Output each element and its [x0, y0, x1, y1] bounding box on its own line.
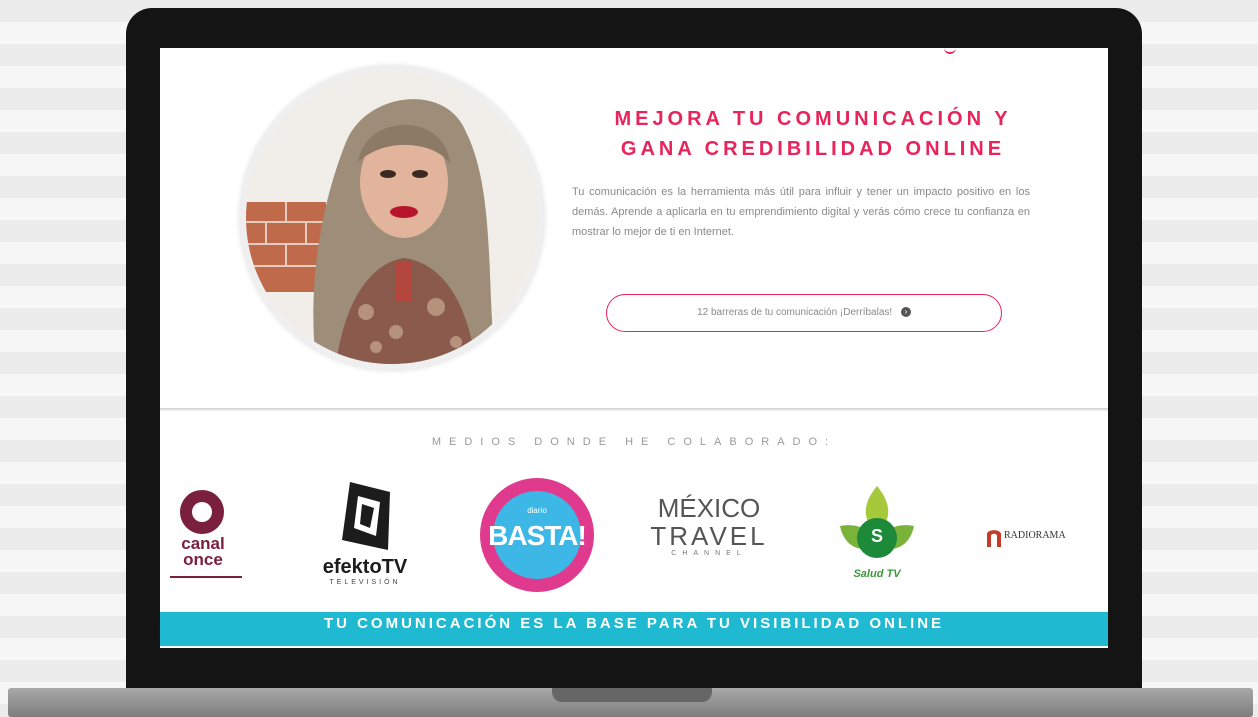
logo-salud-tv[interactable]: S Salud TV — [832, 484, 922, 588]
radiorama-text: RADIORAMA — [1004, 530, 1066, 541]
portrait-frame — [240, 66, 544, 370]
salud-letter: S — [870, 526, 883, 546]
section-divider — [160, 408, 1108, 411]
channel-text: CHANNEL — [671, 550, 747, 557]
travel-text: TRAVEL — [650, 521, 768, 551]
basta-text: BASTA! — [488, 520, 587, 551]
laptop-screen: MEJORA TU COMUNICACIÓN Y GANA CREDIBILID… — [160, 48, 1108, 648]
headline-line-2: GANA CREDIBILIDAD ONLINE — [620, 138, 1006, 160]
bottom-banner: TU COMUNICACIÓN ES LA BASE PARA TU VISIB… — [160, 612, 1108, 646]
accent-mark — [944, 48, 956, 54]
cta-button[interactable]: 12 barreras de tu comunicación ¡Derríbal… — [606, 294, 1002, 332]
headline-line-1: MEJORA TU COMUNICACIÓN Y — [614, 108, 1012, 130]
mexico-text: MÉXICO — [657, 493, 761, 523]
hero-headline: MEJORA TU COMUNICACIÓN Y GANA CREDIBILID… — [568, 104, 1058, 164]
efekto-text: efektoTV — [322, 556, 408, 578]
logo-efekto-tv[interactable]: efektoTV TELEVISIÓN — [310, 478, 420, 588]
salud-text: Salud TV — [853, 568, 901, 580]
laptop-notch — [552, 688, 712, 702]
canal-once-text: canal once — [181, 534, 225, 569]
media-heading: MEDIOS DONDE HE COLABORADO: — [431, 436, 837, 448]
arrow-circle-icon: › — [900, 307, 911, 318]
logo-basta[interactable]: diario BASTA! — [478, 476, 596, 594]
logo-radiorama[interactable]: RADIORAMA — [986, 526, 1104, 550]
logo-mexico-travel-channel[interactable]: MÉXICO TRAVEL CHANNEL — [648, 494, 770, 584]
profile-photo — [246, 72, 538, 364]
cta-label: 12 barreras de tu comunicación ¡Derríbal… — [697, 307, 893, 318]
hero-description: Tu comunicación es la herramienta más út… — [572, 186, 1030, 238]
efekto-sub: TELEVISIÓN — [329, 579, 401, 586]
basta-top: diario — [527, 506, 547, 515]
logo-canal-once[interactable]: canal once — [164, 482, 244, 582]
